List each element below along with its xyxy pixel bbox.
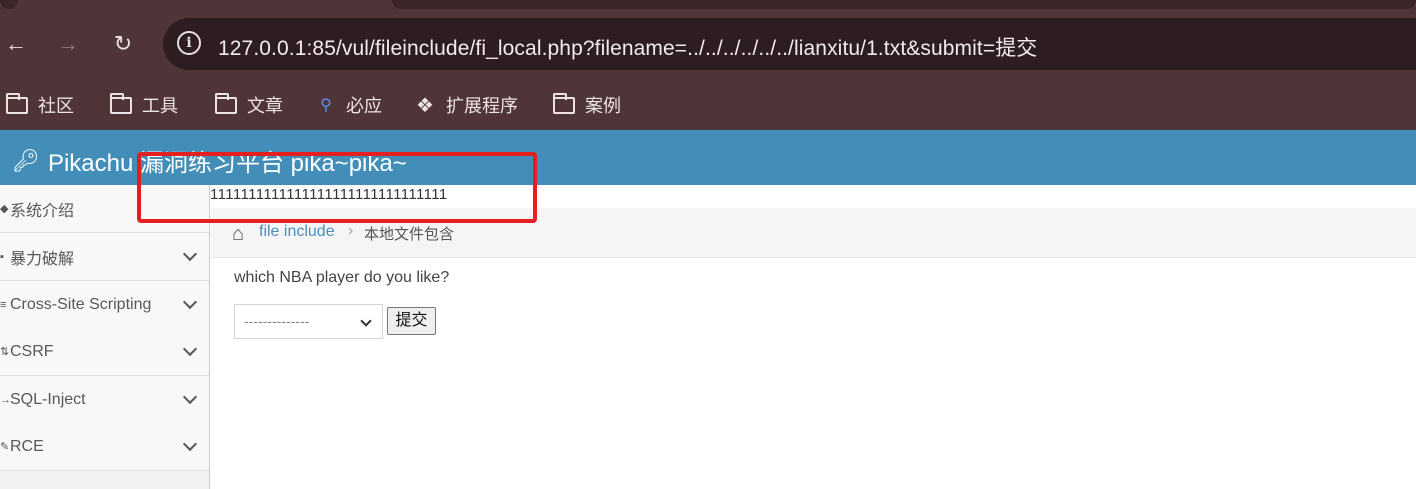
- sidebar-item-label: CSRF: [10, 342, 54, 360]
- bookmark-folder-articles[interactable]: 文章: [215, 89, 283, 121]
- exchange-icon: ⇅: [0, 346, 10, 358]
- highlight-annotation-box: [137, 152, 537, 223]
- site-info-icon[interactable]: i: [177, 31, 201, 55]
- form-question: which NBA player do you like?: [234, 269, 450, 286]
- chevron-down-icon: [360, 315, 372, 327]
- home-icon[interactable]: ⌂: [232, 223, 244, 246]
- breadcrumb-separator-icon: ›: [348, 222, 354, 239]
- lock-icon: ▪: [0, 250, 4, 263]
- bookmark-label: 文章: [247, 96, 283, 116]
- sidebar-item-label: 系统介绍: [10, 202, 75, 220]
- address-bar[interactable]: i 127.0.0.1:85/vul/fileinclude/fi_local.…: [163, 18, 1416, 70]
- bookmark-label: 扩展程序: [446, 96, 518, 116]
- folder-icon: [110, 92, 132, 114]
- reload-button[interactable]: ↻: [107, 28, 139, 60]
- breadcrumb-current: 本地文件包含: [364, 226, 455, 243]
- sidebar-item-label: Cross-Site Scripting: [10, 295, 152, 313]
- chevron-down-icon: [182, 294, 198, 310]
- player-select[interactable]: --------------: [234, 304, 383, 339]
- puzzle-icon: ❖: [416, 94, 434, 117]
- sidebar-item-sqli[interactable]: → SQL-Inject: [0, 376, 209, 424]
- breadcrumb-link[interactable]: file include: [259, 223, 335, 241]
- url-text[interactable]: 127.0.0.1:85/vul/fileinclude/fi_local.ph…: [218, 32, 1037, 62]
- chevron-down-icon: [182, 436, 198, 452]
- chevron-down-icon: [182, 246, 198, 262]
- desktop-icon: ◆: [0, 203, 9, 215]
- bookmark-label: 必应: [346, 96, 382, 116]
- back-arrow-icon: ←: [5, 31, 27, 56]
- bookmark-label: 案例: [585, 96, 621, 116]
- bookmark-folder-community[interactable]: 社区: [6, 89, 74, 121]
- tab-edge: [0, 0, 18, 9]
- list-icon: ≡: [0, 298, 7, 311]
- select-value: --------------: [244, 313, 310, 329]
- sidebar-item-label: RCE: [10, 437, 44, 455]
- sidebar-item-rce[interactable]: ✎ RCE: [0, 423, 209, 471]
- sidebar: ◆ 系统介绍 ▪ 暴力破解 ≡ Cross-Site Scripting ⇅ C…: [0, 185, 210, 489]
- bookmark-label: 社区: [38, 96, 74, 116]
- bookmark-label: 工具: [142, 96, 178, 116]
- sidebar-item-label: SQL-Inject: [10, 390, 86, 408]
- folder-icon: [6, 92, 28, 114]
- forward-arrow-icon: →: [57, 31, 79, 56]
- sidebar-item-label: 暴力破解: [10, 250, 75, 268]
- bookmark-bing[interactable]: ⚲ 必应: [316, 89, 382, 121]
- submit-button[interactable]: 提交: [387, 307, 436, 335]
- search-icon: ⚲: [320, 97, 332, 114]
- bookmark-folder-cases[interactable]: 案例: [553, 89, 621, 121]
- folder-icon: [215, 92, 237, 114]
- browser-toolbar: ← → ↻ i 127.0.0.1:85/vul/fileinclude/fi_…: [0, 0, 1416, 84]
- chevron-down-icon: [182, 389, 198, 405]
- reload-icon: ↻: [113, 31, 133, 56]
- arrow-icon: →: [0, 393, 11, 406]
- folder-icon: [553, 92, 575, 114]
- sidebar-item-xss[interactable]: ≡ Cross-Site Scripting: [0, 281, 209, 329]
- forward-button[interactable]: →: [52, 28, 84, 60]
- sidebar-item-csrf[interactable]: ⇅ CSRF: [0, 328, 209, 376]
- bookmark-folder-tools[interactable]: 工具: [110, 89, 178, 121]
- pencil-icon: ✎: [0, 441, 10, 453]
- key-icon: 🔑︎: [12, 147, 40, 173]
- sidebar-item-brute-force[interactable]: ▪ 暴力破解: [0, 233, 209, 281]
- back-button[interactable]: ←: [0, 28, 32, 60]
- bookmark-extensions[interactable]: ❖ 扩展程序: [414, 89, 518, 121]
- chevron-down-icon: [182, 341, 198, 357]
- tab-strip: [392, 0, 1416, 9]
- bookmarks-bar: 社区 工具 文章 ⚲ 必应 ❖ 扩展程序 案例: [0, 84, 1416, 130]
